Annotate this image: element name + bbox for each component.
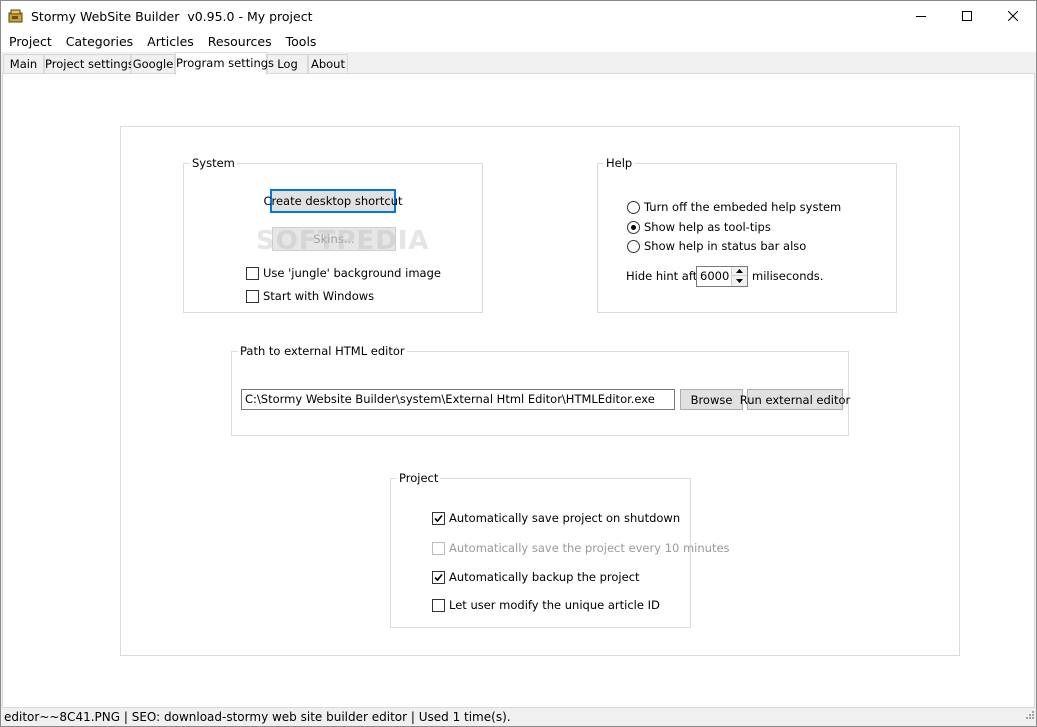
start-with-windows-checkbox[interactable]	[246, 289, 259, 303]
system-group: System Create desktop shortcut Skins... …	[183, 156, 483, 313]
auto-save-shutdown-option[interactable]: Automatically save project on shutdown	[432, 510, 680, 526]
help-tooltips-label: Show help as tool-tips	[644, 220, 771, 234]
menu-bar: Project Categories Articles Resources To…	[1, 31, 1036, 52]
auto-save-interval-label: Automatically save the project every 10 …	[449, 541, 730, 555]
run-external-editor-button[interactable]: Run external editor	[740, 389, 850, 410]
help-off-label: Turn off the embeded help system	[644, 200, 842, 214]
tab-project-settings[interactable]: Project settings	[44, 54, 134, 74]
auto-backup-checkbox[interactable]	[432, 570, 445, 584]
help-option-tooltips[interactable]: Show help as tool-tips	[627, 219, 771, 235]
status-text: editor~~8C41.PNG | SEO: download-stormy …	[4, 710, 511, 724]
help-statusbar-radio[interactable]	[627, 239, 640, 253]
stepper-buttons	[731, 267, 747, 286]
auto-backup-label: Automatically backup the project	[449, 570, 640, 584]
system-group-title: System	[190, 156, 237, 170]
settings-panel: System Create desktop shortcut Skins... …	[120, 126, 960, 656]
app-logo-icon	[8, 9, 24, 23]
help-option-statusbar[interactable]: Show help in status bar also	[627, 238, 806, 254]
tab-main[interactable]: Main	[3, 54, 44, 74]
external-editor-group-title: Path to external HTML editor	[238, 344, 407, 358]
resize-grip-icon[interactable]	[1024, 706, 1034, 724]
hide-hint-value[interactable]: 6000	[700, 267, 729, 286]
auto-save-shutdown-label: Automatically save project on shutdown	[449, 511, 681, 525]
project-group: Project Automatically save project on sh…	[390, 471, 730, 628]
modify-article-id-label: Let user modify the unique article ID	[449, 598, 660, 612]
checkmark-icon	[434, 573, 443, 581]
jungle-background-option[interactable]: Use 'jungle' background image	[246, 265, 441, 281]
modify-article-id-option[interactable]: Let user modify the unique article ID	[432, 597, 660, 613]
stepper-up-button[interactable]	[732, 267, 747, 276]
tab-strip: Main Project settings Google Program set…	[1, 52, 1036, 75]
help-tooltips-radio[interactable]	[627, 220, 640, 234]
modify-article-id-checkbox[interactable]	[432, 598, 445, 612]
arrow-down-icon	[736, 278, 743, 283]
hide-hint-unit: miliseconds.	[752, 269, 824, 283]
auto-backup-option[interactable]: Automatically backup the project	[432, 569, 640, 585]
close-button[interactable]	[990, 1, 1036, 31]
jungle-background-checkbox[interactable]	[246, 266, 259, 280]
project-group-title: Project	[397, 471, 441, 485]
help-option-off[interactable]: Turn off the embeded help system	[627, 199, 841, 215]
menu-categories[interactable]: Categories	[59, 31, 140, 52]
help-statusbar-label: Show help in status bar also	[644, 239, 807, 253]
external-editor-group: Path to external HTML editor C:\Stormy W…	[231, 344, 850, 436]
minimize-button[interactable]	[898, 1, 944, 31]
title-bar: Stormy WebSite Builder v0.95.0 - My proj…	[1, 1, 1036, 31]
arrow-up-icon	[736, 269, 743, 273]
auto-save-interval-checkbox[interactable]	[432, 541, 445, 555]
jungle-background-label: Use 'jungle' background image	[263, 266, 441, 280]
minimize-icon	[916, 16, 926, 17]
close-icon	[1008, 11, 1018, 21]
app-window: Stormy WebSite Builder v0.95.0 - My proj…	[0, 0, 1037, 727]
menu-articles[interactable]: Articles	[140, 31, 201, 52]
hide-hint-stepper[interactable]: 6000	[696, 266, 748, 287]
auto-save-interval-option[interactable]: Automatically save the project every 10 …	[432, 540, 730, 556]
stepper-down-button[interactable]	[732, 276, 747, 285]
window-title: Stormy WebSite Builder v0.95.0 - My proj…	[31, 9, 313, 24]
start-with-windows-label: Start with Windows	[263, 289, 375, 303]
menu-project[interactable]: Project	[1, 31, 59, 52]
maximize-button[interactable]	[944, 1, 990, 31]
browse-button[interactable]: Browse	[680, 389, 743, 410]
maximize-icon	[962, 11, 972, 21]
create-desktop-shortcut-button[interactable]: Create desktop shortcut	[263, 189, 403, 213]
tab-google[interactable]: Google	[131, 54, 175, 74]
menu-tools[interactable]: Tools	[279, 31, 324, 52]
tab-about[interactable]: About	[308, 54, 348, 74]
start-with-windows-option[interactable]: Start with Windows	[246, 288, 374, 304]
auto-save-shutdown-checkbox[interactable]	[432, 511, 445, 525]
help-group: Help Turn off the embeded help system Sh…	[597, 156, 897, 313]
help-group-title: Help	[604, 156, 635, 170]
tab-program-settings[interactable]: Program settings	[175, 52, 274, 75]
help-off-radio[interactable]	[627, 200, 640, 214]
menu-resources[interactable]: Resources	[201, 31, 279, 52]
skins-button[interactable]: Skins...	[272, 227, 396, 251]
checkmark-icon	[434, 514, 443, 522]
status-bar: editor~~8C41.PNG | SEO: download-stormy …	[1, 708, 1036, 726]
editor-path-input[interactable]: C:\Stormy Website Builder\system\Externa…	[241, 389, 675, 410]
